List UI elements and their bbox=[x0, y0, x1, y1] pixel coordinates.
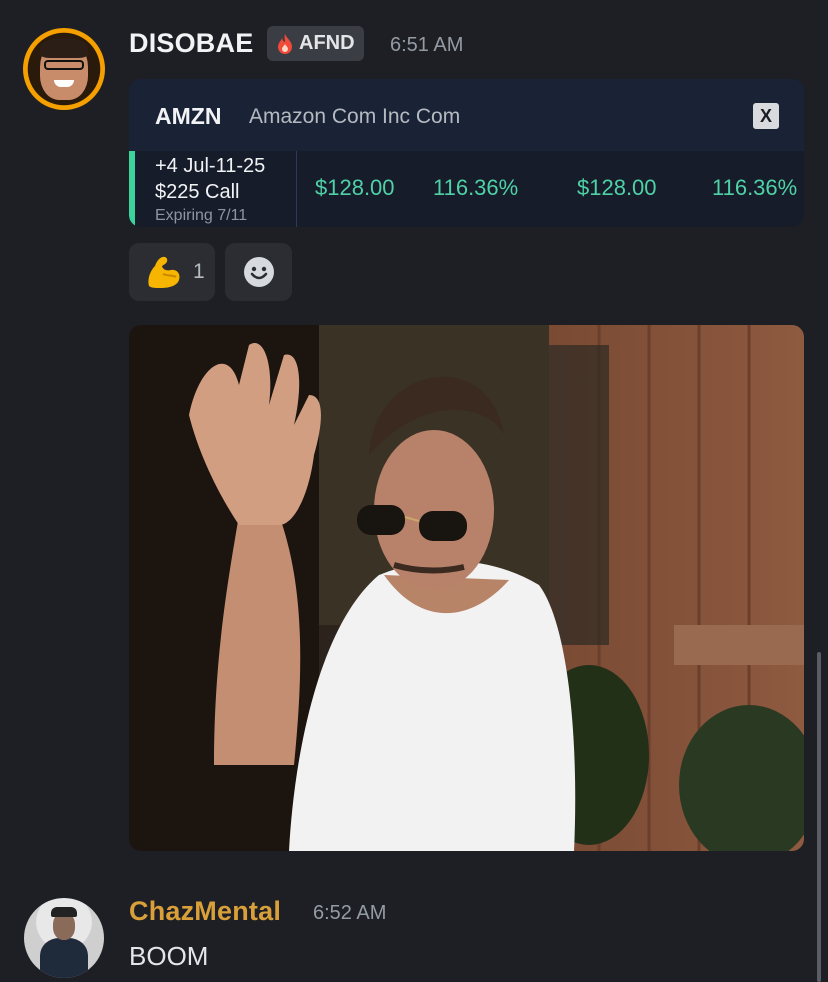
embed-ticker: AMZN bbox=[155, 103, 222, 129]
reaction-flexed-biceps[interactable]: 1 bbox=[129, 243, 215, 301]
message-author[interactable]: ChazMental bbox=[129, 896, 281, 927]
avatar[interactable] bbox=[23, 28, 105, 110]
embed-value: 116.36% bbox=[433, 175, 519, 200]
contract-strike: $225 Call bbox=[155, 181, 240, 203]
embed-value: 116.36% bbox=[712, 175, 798, 200]
embed-contract: +4 Jul-11-25 $225 Call Expiring 7/11 bbox=[135, 151, 297, 227]
server-tag-label: AFND bbox=[299, 32, 355, 54]
embed-value: $128.00 bbox=[315, 175, 395, 200]
scrollbar-thumb[interactable] bbox=[817, 652, 821, 982]
message-text: BOOM bbox=[129, 941, 209, 971]
avatar-hair bbox=[40, 38, 88, 58]
embed-header: AMZN Amazon Com Inc Com X bbox=[129, 79, 804, 152]
avatar-glasses bbox=[44, 60, 84, 70]
contract-expiring: Expiring 7/11 bbox=[155, 207, 248, 224]
message-author[interactable]: DISOBAE bbox=[129, 28, 253, 59]
smiley-icon bbox=[243, 257, 274, 287]
embed-contract-row: +4 Jul-11-25 $225 Call Expiring 7/11 $12… bbox=[129, 151, 804, 227]
gif-image bbox=[129, 325, 804, 851]
avatar-hat bbox=[51, 907, 77, 917]
add-reaction-button[interactable] bbox=[225, 243, 292, 301]
embed-value: $128.00 bbox=[577, 175, 657, 200]
server-tag-badge[interactable]: AFND bbox=[267, 26, 364, 61]
message-timestamp: 6:51 AM bbox=[390, 34, 464, 56]
fire-icon bbox=[278, 33, 292, 54]
embed-close-button[interactable]: X bbox=[753, 103, 779, 129]
trade-embed: AMZN Amazon Com Inc Com X +4 Jul-11-25 $… bbox=[129, 79, 804, 227]
contract-quantity-expiry: +4 Jul-11-25 bbox=[155, 155, 266, 177]
avatar-body bbox=[40, 938, 88, 978]
embed-company: Amazon Com Inc Com bbox=[249, 105, 461, 128]
avatar[interactable] bbox=[24, 898, 104, 978]
message-timestamp: 6:52 AM bbox=[313, 902, 387, 924]
gif-attachment[interactable] bbox=[129, 325, 804, 851]
flexed-biceps-icon bbox=[148, 256, 180, 288]
reaction-count: 1 bbox=[193, 260, 205, 283]
